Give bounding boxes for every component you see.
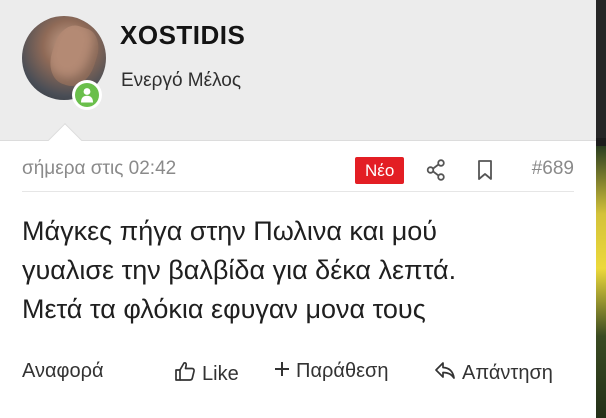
reply-button[interactable]: Απάντηση	[434, 360, 553, 386]
thumbs-up-icon	[174, 360, 196, 388]
share-icon[interactable]	[426, 159, 446, 186]
reply-icon	[434, 360, 456, 386]
report-label: Αναφορά	[22, 360, 104, 382]
adjacent-panel-edge	[596, 0, 606, 418]
user-online-icon	[75, 83, 99, 107]
message-body: Μάγκες πήγα στην Πωλινα και μού γυαλισε …	[22, 212, 582, 329]
message-line: Μάγκες πήγα στην Πωλινα και μού	[22, 216, 438, 246]
new-badge: Νέο	[355, 157, 405, 184]
post-number[interactable]: #689	[532, 158, 574, 180]
quote-label: Παράθεση	[296, 360, 389, 382]
avatar-image	[43, 20, 105, 92]
reply-label: Απάντηση	[462, 361, 553, 384]
plus-icon	[274, 360, 290, 383]
adjacent-panel-image	[596, 146, 606, 418]
online-status-badge	[72, 80, 102, 110]
quote-button[interactable]: Παράθεση	[274, 360, 388, 383]
message-actions: Αναφορά Like Παράθεση Απάντηση	[22, 358, 577, 388]
message-line: Μετά τα φλόκια εφυγαν μονα τους	[22, 294, 426, 324]
report-button[interactable]: Αναφορά	[22, 360, 104, 383]
message-line: γυαλισε την βαλβίδα για δέκα λεπτά.	[22, 255, 457, 285]
user-title: Ενεργό Μέλος	[121, 70, 242, 91]
username-link[interactable]: XOSTIDIS	[120, 20, 245, 51]
like-label: Like	[202, 362, 239, 385]
bookmark-icon[interactable]	[476, 159, 494, 186]
like-button[interactable]: Like	[174, 360, 239, 388]
message-meta: σήμερα στις 02:42 Νέο #689	[22, 150, 574, 192]
adjacent-panel-top	[596, 0, 606, 138]
post-date[interactable]: σήμερα στις 02:42	[22, 158, 176, 180]
member-info: XOSTIDIS Ενεργό Μέλος	[0, 0, 596, 140]
